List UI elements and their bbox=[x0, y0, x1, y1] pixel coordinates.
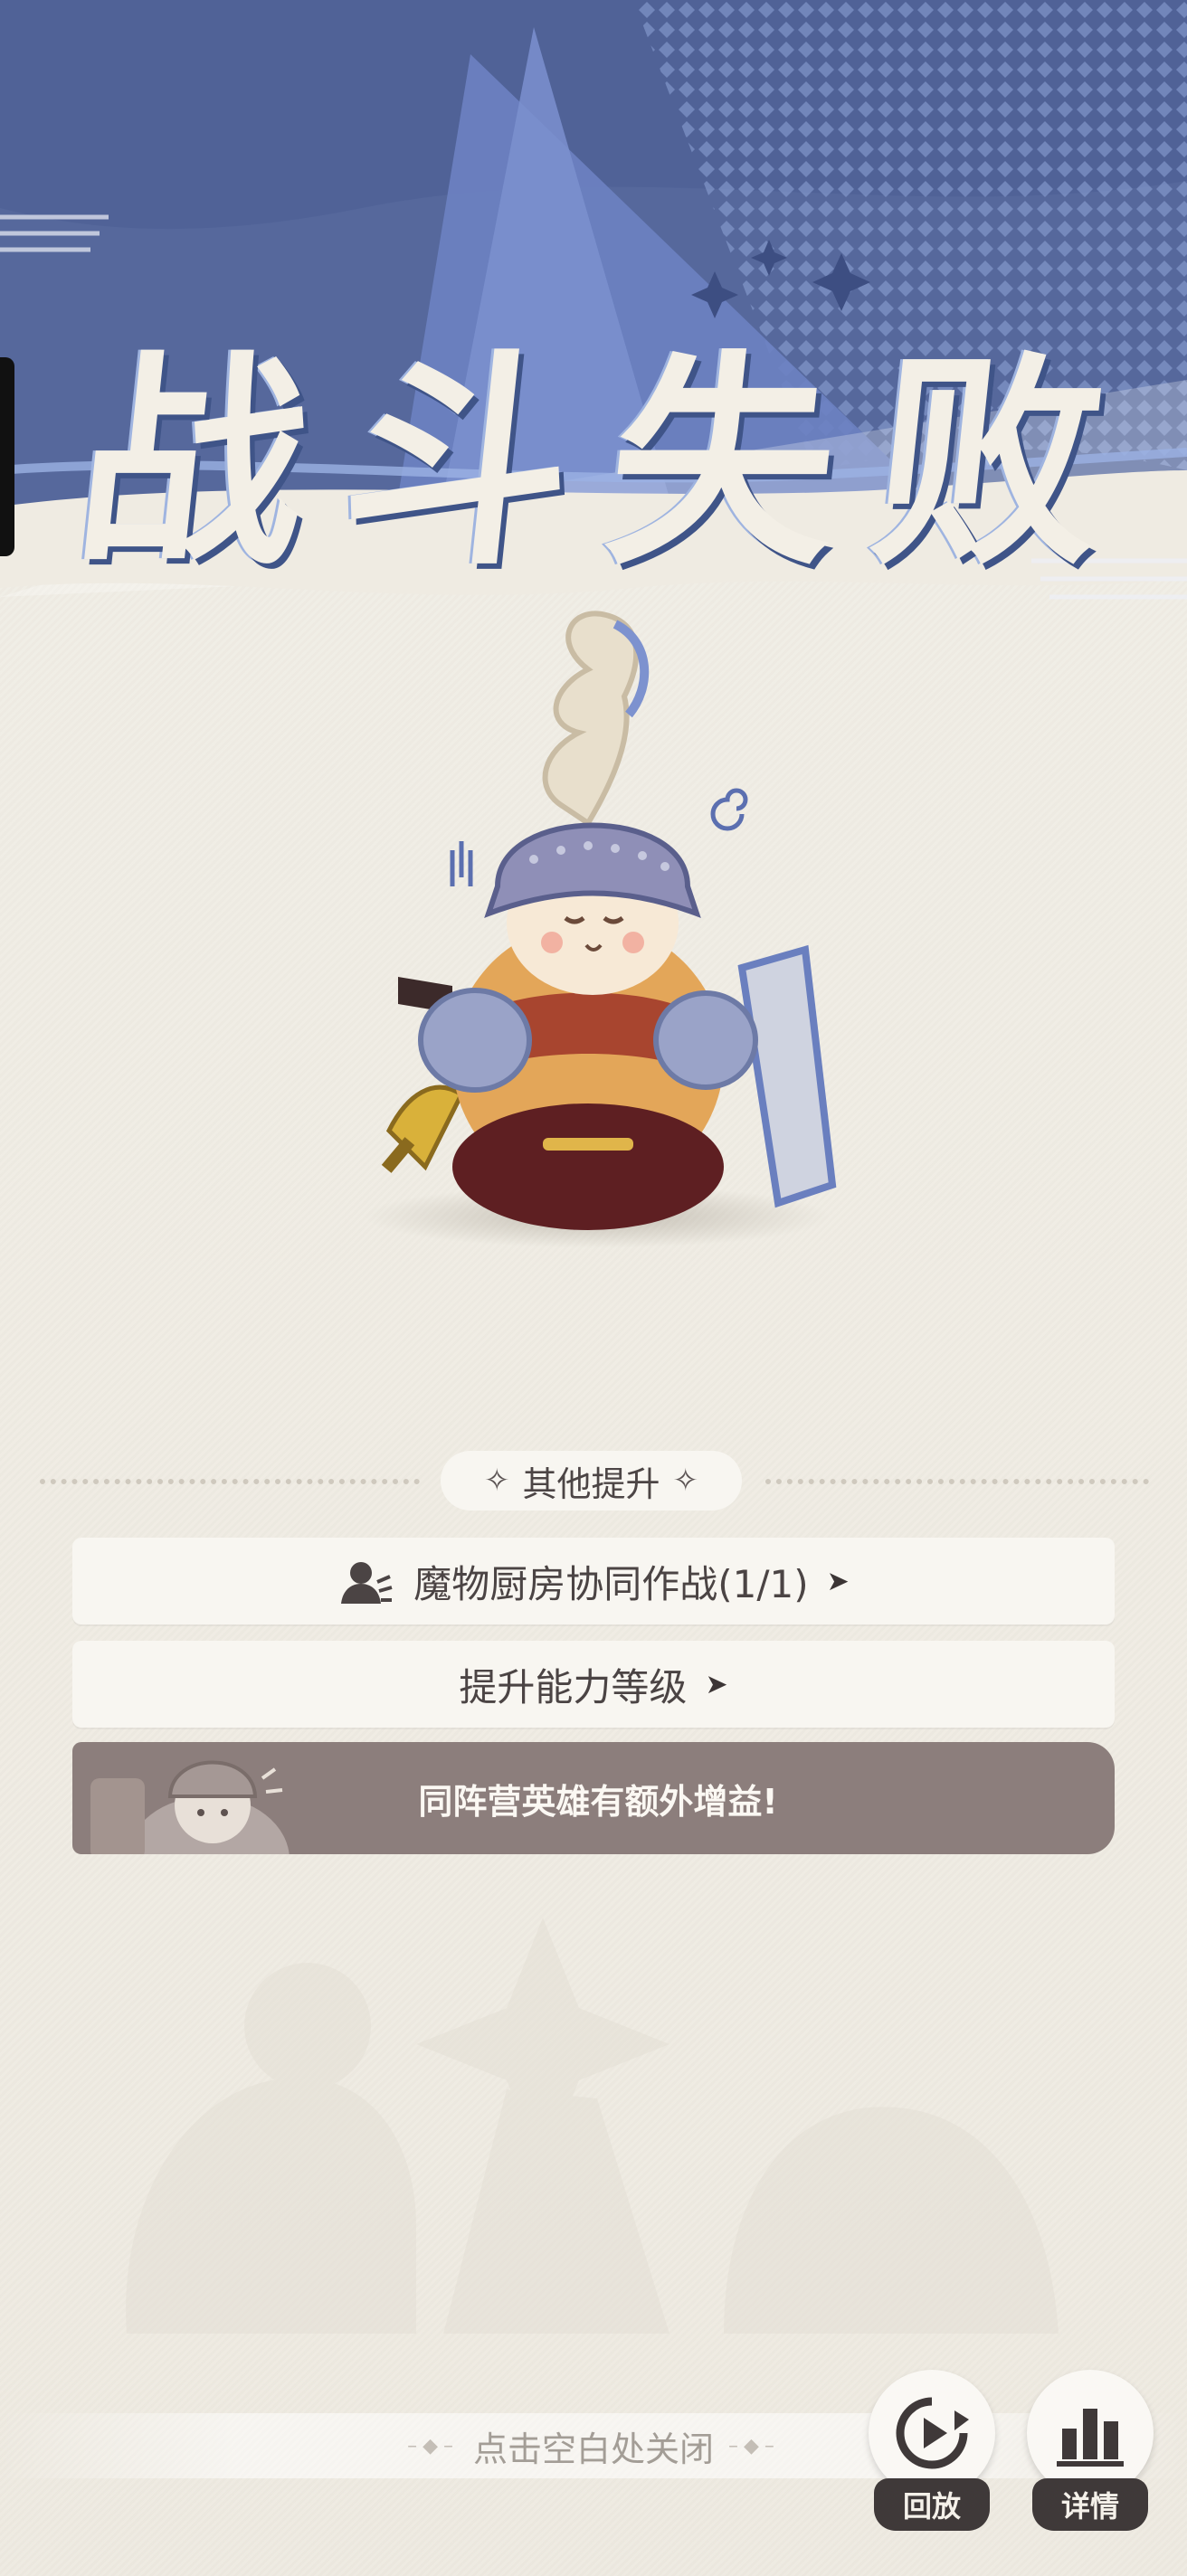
decor-dashes: –◆– bbox=[728, 2434, 780, 2458]
chevron-right-icon: ➤ bbox=[826, 1565, 850, 1597]
upgrade-ability-level-label: 提升能力等级 bbox=[459, 1664, 688, 1709]
bar-chart-icon bbox=[1057, 2409, 1124, 2467]
side-edge-tab[interactable] bbox=[0, 357, 14, 556]
details-button-circle[interactable] bbox=[1027, 2370, 1154, 2496]
replay-icon bbox=[896, 2397, 969, 2469]
title-char-1: 战 bbox=[65, 329, 329, 595]
defeated-knight-character bbox=[381, 611, 837, 1230]
title-char-3: 失 bbox=[595, 329, 859, 595]
section-label-text: 其他提升 bbox=[522, 1463, 660, 1504]
section-divider-right bbox=[765, 1479, 1149, 1484]
other-improvements-label: ✧ 其他提升 ✧ bbox=[441, 1451, 742, 1511]
title-char-4: 败 bbox=[861, 329, 1125, 595]
title-char-2: 斗 bbox=[330, 329, 594, 595]
sparkle-icon: ✧ bbox=[483, 1463, 510, 1499]
background-watermark-art bbox=[126, 1918, 1059, 2334]
upgrade-ability-level-row[interactable]: 提升能力等级 ➤ bbox=[72, 1641, 1115, 1728]
banner-character-art bbox=[90, 1760, 290, 1854]
details-label[interactable]: 详情 bbox=[1032, 2478, 1148, 2531]
chevron-right-icon: ➤ bbox=[705, 1668, 728, 1700]
replay-button[interactable]: 回放 bbox=[869, 2370, 995, 2542]
coop-battle-icon bbox=[341, 1562, 393, 1604]
replay-button-circle[interactable] bbox=[869, 2370, 995, 2496]
close-hint-text: 点击空白处关闭 bbox=[472, 2429, 714, 2469]
defeat-title: 战 斗 失 败 bbox=[65, 308, 1127, 595]
replay-label[interactable]: 回放 bbox=[874, 2478, 990, 2531]
sparkle-icon: ✧ bbox=[672, 1463, 699, 1499]
kitchen-coop-battle-row[interactable]: 魔物厨房协同作战(1/1) ➤ bbox=[72, 1538, 1115, 1624]
faction-bonus-text: 同阵营英雄有额外增益! bbox=[418, 1781, 778, 1822]
details-button[interactable]: 详情 bbox=[1027, 2370, 1154, 2542]
faction-bonus-banner[interactable]: 同阵营英雄有额外增益! bbox=[72, 1742, 1115, 1854]
tap-blank-to-close-hint[interactable]: –◆– 点击空白处关闭 –◆– bbox=[389, 2413, 798, 2478]
section-divider-left bbox=[40, 1479, 420, 1484]
kitchen-coop-battle-label: 魔物厨房协同作战(1/1) bbox=[413, 1561, 809, 1606]
decor-dashes: –◆– bbox=[407, 2434, 459, 2458]
